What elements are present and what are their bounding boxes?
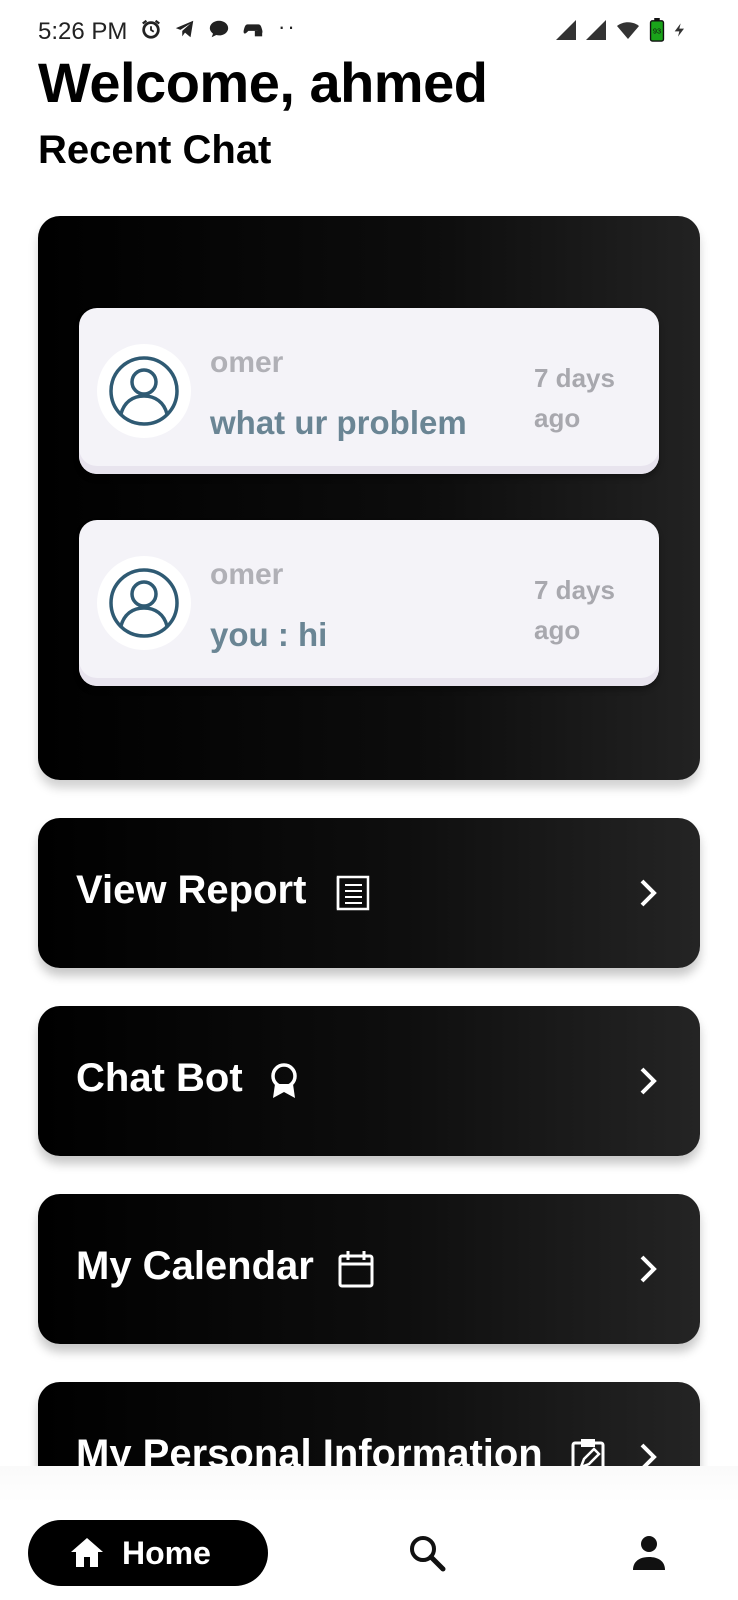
recent-chat-panel: omer what ur problem 7 days ago omer you…: [38, 216, 700, 780]
chevron-right-icon: [630, 1063, 666, 1099]
chat-bot-button[interactable]: Chat Bot: [38, 1006, 700, 1156]
chat-timestamp: 7 days ago: [534, 575, 615, 645]
nav-search-button[interactable]: [406, 1532, 448, 1574]
nav-home-button[interactable]: Home: [28, 1520, 268, 1586]
menu-label: Chat Bot: [76, 1056, 243, 1100]
home-icon: [71, 1538, 103, 1567]
bottom-navigation: Home: [0, 1502, 738, 1600]
report-icon: [334, 873, 374, 913]
user-avatar-icon: [109, 356, 179, 426]
chat-timestamp: 7 days ago: [534, 363, 615, 433]
system-icons: 93: [554, 18, 688, 42]
award-icon: [264, 1061, 304, 1101]
chat-last-message: what ur problem: [210, 404, 467, 441]
avatar: [97, 556, 191, 650]
calendar-icon: [336, 1249, 376, 1289]
wifi-icon: [617, 22, 639, 39]
signal-icon: [556, 20, 576, 40]
battery-charging-icon: 93: [649, 18, 665, 42]
search-icon: [410, 1536, 446, 1572]
user-avatar-icon: [109, 568, 179, 638]
chevron-right-icon: [630, 875, 666, 911]
menu-label: My Calendar: [76, 1244, 314, 1288]
game-controller-icon: [243, 24, 263, 37]
chat-item[interactable]: omer what ur problem 7 days ago: [79, 308, 659, 474]
status-time: 5:26 PM: [38, 18, 128, 45]
my-calendar-button[interactable]: My Calendar: [38, 1194, 700, 1344]
profile-icon: [633, 1536, 665, 1570]
signal-icon: [586, 20, 606, 40]
chat-last-message: you : hi: [210, 616, 328, 653]
nav-profile-button[interactable]: [628, 1532, 670, 1574]
nav-divider: [0, 1466, 738, 1502]
chat-bubble-icon: [209, 20, 229, 38]
more-notifications-dots: ··: [278, 14, 297, 39]
telegram-icon: [175, 20, 194, 38]
notification-icons: [140, 18, 264, 40]
view-report-button[interactable]: View Report: [38, 818, 700, 968]
alarm-icon: [142, 19, 160, 39]
welcome-heading: Welcome, ahmed: [38, 51, 488, 114]
chat-item[interactable]: omer you : hi 7 days ago: [79, 520, 659, 686]
menu-label: View Report: [76, 868, 307, 912]
nav-home-label: Home: [122, 1534, 211, 1571]
avatar: [97, 344, 191, 438]
chat-contact-name: omer: [210, 558, 284, 591]
battery-level-text: 93: [653, 27, 661, 36]
chat-contact-name: omer: [210, 346, 284, 379]
chevron-right-icon: [630, 1251, 666, 1287]
charging-bolt-icon: [674, 23, 684, 37]
recent-chat-title: Recent Chat: [38, 128, 272, 172]
